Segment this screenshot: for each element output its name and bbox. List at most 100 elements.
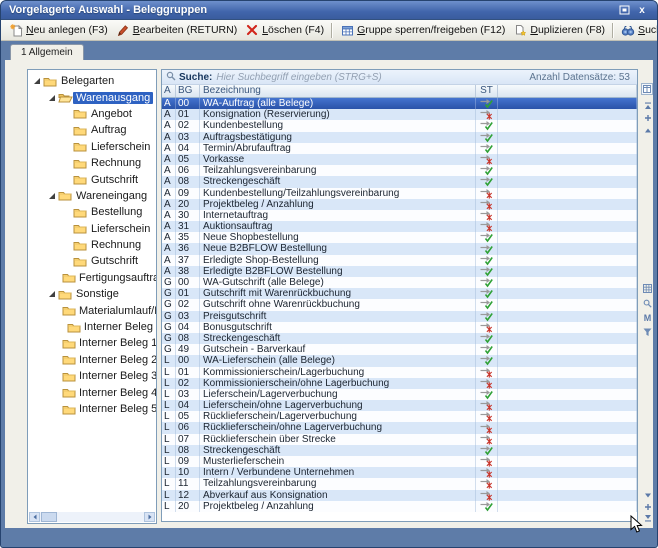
tree-item[interactable]: Fertigungsauftrag (PPS) bbox=[28, 270, 156, 286]
tree-item[interactable]: Interner Beleg 2 (PPS) bbox=[28, 352, 156, 368]
toolbar-button[interactable]: Löschen (F4) bbox=[241, 23, 328, 38]
toolbar-button[interactable]: Bearbeiten (RETURN) bbox=[112, 23, 241, 38]
table-row[interactable]: A 03 Auftragsbestätigung bbox=[162, 132, 637, 143]
tree-item[interactable]: Bestellung bbox=[28, 204, 156, 220]
table-row[interactable]: G 03 Preisgutschrift bbox=[162, 311, 637, 322]
table-row[interactable]: A 31 Auktionsauftrag bbox=[162, 221, 637, 232]
scroll-plus-icon[interactable] bbox=[641, 501, 654, 512]
table-row[interactable]: A 09 Kundenbestellung/Teilzahlungsverein… bbox=[162, 188, 637, 199]
tree-item[interactable]: Warenausgang bbox=[28, 89, 156, 105]
tree-item[interactable]: Belegarten bbox=[28, 73, 156, 89]
tab-allgemein[interactable]: 1 Allgemein bbox=[10, 44, 84, 60]
table-row[interactable]: A 06 Teilzahlungsvereinbarung bbox=[162, 165, 637, 176]
table-row[interactable]: G 02 Gutschrift ohne Warenrückbuchung bbox=[162, 299, 637, 310]
tree-item[interactable]: Gutschrift bbox=[28, 253, 156, 269]
tree-item[interactable]: Materialumlauf/Reparatur bbox=[28, 302, 156, 318]
table-row[interactable]: A 36 Neue B2BFLOW Bestellung bbox=[162, 243, 637, 254]
table-row[interactable]: A 05 Vorkasse bbox=[162, 154, 637, 165]
column-header-BG[interactable]: BG bbox=[176, 85, 200, 97]
table-row[interactable]: L 06 Rücklieferschein/ohne Lagerverbuchu… bbox=[162, 422, 637, 433]
edit-pen-icon bbox=[116, 24, 130, 37]
side-search-icon[interactable] bbox=[641, 298, 654, 309]
table-row[interactable]: A 00 WA-Auftrag (alle Belege) bbox=[162, 98, 637, 109]
cell-bg: 02 bbox=[176, 299, 200, 310]
cell-a: A bbox=[162, 98, 176, 109]
table-row[interactable]: L 05 Rücklieferschein/Lagerverbuchung bbox=[162, 411, 637, 422]
table-row[interactable]: A 01 Konsignation (Reservierung) bbox=[162, 109, 637, 120]
table-row[interactable]: A 35 Neue Shopbestellung bbox=[162, 232, 637, 243]
tree-item[interactable]: Wareneingang bbox=[28, 188, 156, 204]
table-row[interactable]: G 01 Gutschrift mit Warenrückbuchung bbox=[162, 288, 637, 299]
mark-icon[interactable]: M bbox=[641, 312, 654, 323]
scroll-top-icon[interactable] bbox=[641, 100, 654, 111]
tree-item[interactable]: Auftrag bbox=[28, 122, 156, 138]
search-input[interactable] bbox=[216, 72, 529, 83]
tree-item[interactable]: Rechnung bbox=[28, 237, 156, 253]
table-row[interactable]: G 49 Gutschein - Barverkauf bbox=[162, 344, 637, 355]
expand-triangle-icon[interactable] bbox=[47, 192, 57, 200]
table-row[interactable]: L 00 WA-Lieferschein (alle Belege) bbox=[162, 355, 637, 366]
toolbar-button[interactable]: Neu anlegen (F3) bbox=[5, 23, 112, 38]
scrollbar-thumb[interactable] bbox=[41, 512, 57, 522]
toolbar-button[interactable]: Duplizieren (F8) bbox=[509, 23, 609, 38]
tree-item[interactable]: Interner Beleg bbox=[28, 319, 156, 335]
table-row[interactable]: A 38 Erledigte B2BFLOW Bestellung bbox=[162, 266, 637, 277]
table-row[interactable]: G 08 Streckengeschäft bbox=[162, 333, 637, 344]
tree-item[interactable]: Lieferschein bbox=[28, 221, 156, 237]
expand-triangle-icon[interactable] bbox=[47, 290, 57, 298]
toolbar-button[interactable]: Suchen (STRG+S) bbox=[617, 23, 658, 38]
table-row[interactable]: G 00 WA-Gutschrift (alle Belege) bbox=[162, 277, 637, 288]
table-row[interactable]: A 04 Termin/Abrufauftrag bbox=[162, 143, 637, 154]
table-row[interactable]: L 20 Projektbeleg / Anzahlung bbox=[162, 501, 637, 512]
table-row[interactable]: A 37 Erledigte Shop-Bestellung bbox=[162, 255, 637, 266]
table-row[interactable]: L 12 Abverkauf aus Konsignation bbox=[162, 490, 637, 501]
tree-item[interactable]: Interner Beleg 3 (PPS) bbox=[28, 368, 156, 384]
grid-header-row[interactable]: ABGBezeichnungST bbox=[162, 85, 637, 98]
status-locked-icon bbox=[476, 400, 498, 411]
tree-item[interactable]: Lieferschein bbox=[28, 139, 156, 155]
table-row[interactable]: L 08 Streckengeschäft bbox=[162, 445, 637, 456]
tree-item[interactable]: Interner Beleg 1 (PPS) bbox=[28, 335, 156, 351]
close-icon[interactable]: x bbox=[635, 4, 649, 17]
status-locked-icon bbox=[476, 411, 498, 422]
tree-item[interactable]: Rechnung bbox=[28, 155, 156, 171]
table-row[interactable]: L 07 Rücklieferschein über Strecke bbox=[162, 434, 637, 445]
column-header-filler[interactable] bbox=[498, 85, 637, 97]
scroll-left-icon[interactable] bbox=[29, 512, 40, 522]
table-row[interactable]: A 02 Kundenbestellung bbox=[162, 120, 637, 131]
restore-icon[interactable] bbox=[617, 4, 631, 17]
column-header-ST[interactable]: ST bbox=[476, 85, 498, 97]
expand-triangle-icon[interactable] bbox=[32, 77, 42, 85]
table-row[interactable]: A 20 Projektbeleg / Anzahlung bbox=[162, 199, 637, 210]
scroll-down-icon[interactable] bbox=[641, 490, 654, 501]
column-header-Bezeichnung[interactable]: Bezeichnung bbox=[200, 85, 476, 97]
table-row[interactable]: L 02 Kommissionierschein/ohne Lagerbuchu… bbox=[162, 378, 637, 389]
scroll-plus-icon[interactable] bbox=[641, 112, 654, 123]
filter-icon[interactable] bbox=[641, 327, 654, 338]
tree-item[interactable]: Gutschrift bbox=[28, 171, 156, 187]
scroll-up-icon[interactable] bbox=[641, 124, 654, 135]
tree-item[interactable]: Interner Beleg 4 (PPS) bbox=[28, 384, 156, 400]
table-row[interactable]: L 04 Lieferschein/ohne Lagerverbuchung bbox=[162, 400, 637, 411]
grid-view-icon[interactable] bbox=[641, 283, 654, 294]
table-row[interactable]: L 09 Musterlieferschein bbox=[162, 456, 637, 467]
tree-item[interactable]: Sonstige bbox=[28, 286, 156, 302]
column-chooser-icon[interactable] bbox=[641, 83, 653, 95]
expand-triangle-icon[interactable] bbox=[47, 94, 57, 102]
tree-item[interactable]: Interner Beleg 5 (PPS) bbox=[28, 401, 156, 417]
table-row[interactable]: L 11 Teilzahlungsvereinbarung bbox=[162, 478, 637, 489]
tree-horizontal-scrollbar[interactable] bbox=[29, 512, 155, 522]
grid-rows: A 00 WA-Auftrag (alle Belege) A 01 Konsi… bbox=[162, 98, 637, 521]
table-row[interactable]: L 10 Intern / Verbundene Unternehmen bbox=[162, 467, 637, 478]
cell-a: A bbox=[162, 210, 176, 221]
table-row[interactable]: A 30 Internetauftrag bbox=[162, 210, 637, 221]
table-row[interactable]: G 04 Bonusgutschrift bbox=[162, 322, 637, 333]
title-bar[interactable]: Vorgelagerte Auswahl - Beleggruppen x bbox=[1, 1, 657, 20]
toolbar-button[interactable]: Gruppe sperren/freigeben (F12) bbox=[336, 23, 509, 38]
table-row[interactable]: L 03 Lieferschein/Lagerverbuchung bbox=[162, 389, 637, 400]
tree-item[interactable]: Angebot bbox=[28, 106, 156, 122]
column-header-A[interactable]: A bbox=[162, 85, 176, 97]
table-row[interactable]: A 08 Streckengeschäft bbox=[162, 176, 637, 187]
table-row[interactable]: L 01 Kommissionierschein/Lagerbuchung bbox=[162, 367, 637, 378]
scroll-right-icon[interactable] bbox=[144, 512, 155, 522]
